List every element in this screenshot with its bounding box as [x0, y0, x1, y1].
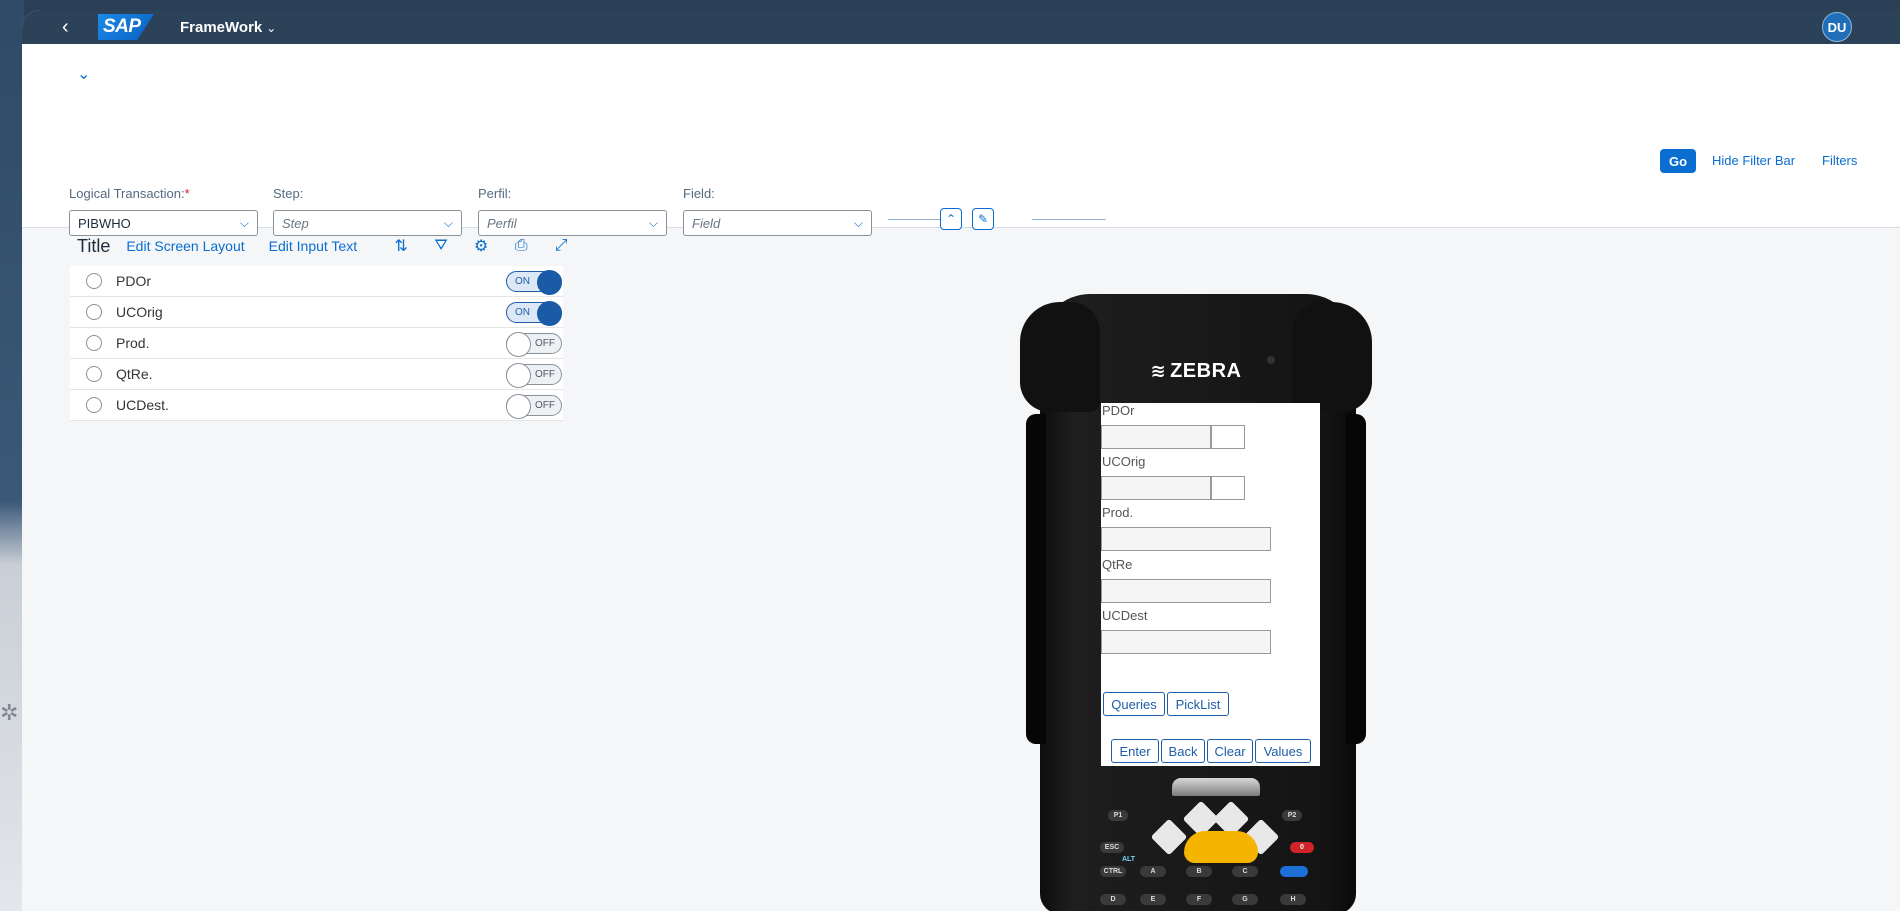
- clear-button[interactable]: Clear: [1207, 739, 1253, 763]
- screen-field-label: UCDest: [1102, 608, 1148, 623]
- pin-header-icon[interactable]: ✎: [972, 208, 994, 230]
- go-button[interactable]: Go: [1660, 149, 1696, 173]
- row-radio[interactable]: [86, 397, 102, 413]
- values-button[interactable]: Values: [1255, 739, 1311, 763]
- screen-field-label: QtRe: [1102, 557, 1133, 572]
- list-item[interactable]: Prod. OFF: [70, 328, 563, 359]
- key-c: C: [1232, 866, 1258, 877]
- queries-button[interactable]: Queries: [1103, 692, 1165, 716]
- back-icon[interactable]: ‹: [62, 16, 86, 39]
- field-list: PDOr ON UCOrig ON Prod. OFF QtRe. OFF UC…: [70, 266, 563, 421]
- header-divider: [1032, 219, 1106, 220]
- key-p1: P1: [1108, 810, 1128, 821]
- key-ctrl: CTRL: [1100, 866, 1126, 877]
- device-grip: [1026, 414, 1046, 744]
- filter-icon[interactable]: ⛛: [421, 237, 461, 255]
- filter-label: Logical Transaction:*: [69, 186, 190, 201]
- print-icon[interactable]: ⎙: [501, 237, 541, 255]
- screen-field-label: Prod.: [1102, 505, 1134, 520]
- ucdest-input[interactable]: [1101, 630, 1271, 654]
- sap-logo[interactable]: SAP: [98, 14, 154, 40]
- pdor-input-suffix[interactable]: [1211, 425, 1245, 449]
- key-zero: 0: [1290, 842, 1314, 853]
- picklist-button[interactable]: PickList: [1167, 692, 1229, 716]
- list-item[interactable]: PDOr ON: [70, 266, 563, 297]
- list-item[interactable]: QtRe. OFF: [70, 359, 563, 390]
- settings-icon[interactable]: ⚙: [461, 236, 501, 256]
- edit-screen-layout-button[interactable]: Edit Screen Layout: [126, 238, 244, 254]
- device-dpad: [1146, 800, 1282, 876]
- row-radio[interactable]: [86, 273, 102, 289]
- key-a: A: [1140, 866, 1166, 877]
- avatar[interactable]: DU: [1822, 12, 1852, 42]
- sort-icon[interactable]: ⇅: [381, 236, 421, 256]
- expand-header-icon[interactable]: ⌄: [77, 64, 90, 84]
- row-label: UCOrig: [116, 304, 163, 320]
- scan-trigger: [1172, 778, 1260, 796]
- chevron-down-icon: ⌄: [266, 20, 277, 35]
- screen-field-label: PDOr: [1102, 403, 1135, 418]
- device-screen: PDOr UCOrig Prod. QtRe UCDest Queries Pi…: [1101, 403, 1320, 766]
- key-esc: ESC: [1100, 842, 1124, 853]
- row-label: Prod.: [116, 335, 150, 351]
- table-title: Title: [77, 235, 111, 256]
- visibility-switch[interactable]: OFF: [506, 332, 562, 357]
- filter-header: ⌄ Go Hide Filter Bar Filters Logical Tra…: [22, 44, 1900, 236]
- visibility-switch[interactable]: OFF: [506, 363, 562, 388]
- back-button[interactable]: Back: [1161, 739, 1205, 763]
- row-label: UCDest.: [116, 397, 169, 413]
- table-toolbar: Title Edit Screen Layout Edit Input Text…: [77, 228, 581, 264]
- fullscreen-icon[interactable]: ⤢: [541, 237, 581, 255]
- shell-bar: ‹ SAP FrameWork ⌄ DU: [22, 10, 1900, 44]
- visibility-switch[interactable]: ON: [506, 301, 562, 326]
- key-f: F: [1186, 894, 1212, 905]
- ucorig-input-suffix[interactable]: [1211, 476, 1245, 500]
- app-window: ‹ SAP FrameWork ⌄ DU ⌄ Go Hide Filter Bar…: [22, 10, 1900, 911]
- row-label: QtRe.: [116, 366, 153, 382]
- row-label: PDOr: [116, 273, 151, 289]
- zebra-logo-icon: ≋: [1150, 361, 1167, 381]
- edit-input-text-button[interactable]: Edit Input Text: [269, 238, 357, 254]
- row-radio[interactable]: [86, 335, 102, 351]
- device-bumper: [1020, 302, 1100, 412]
- key-blue: [1280, 866, 1308, 877]
- filter-label: Field:: [683, 186, 715, 201]
- list-item[interactable]: UCDest. OFF: [70, 390, 563, 421]
- app-title-menu[interactable]: FrameWork ⌄: [180, 19, 276, 36]
- background-desktop: ✲: [0, 0, 24, 911]
- content-area: Title Edit Screen Layout Edit Input Text…: [22, 228, 1900, 911]
- key-e: E: [1140, 894, 1166, 905]
- filter-label: Perfil:: [478, 186, 512, 201]
- scan-key: [1184, 831, 1258, 863]
- key-b: B: [1186, 866, 1212, 877]
- left-arrow-key: [1150, 818, 1188, 856]
- visibility-switch[interactable]: OFF: [506, 394, 562, 419]
- filters-button[interactable]: Filters: [1822, 153, 1857, 168]
- collapse-header-icon[interactable]: ⌃: [940, 208, 962, 230]
- key-alt-label: ALT: [1122, 856, 1136, 863]
- device-bumper: [1292, 302, 1372, 412]
- background-glyph: ✲: [0, 700, 19, 725]
- visibility-switch[interactable]: ON: [506, 270, 562, 295]
- hide-filter-bar-button[interactable]: Hide Filter Bar: [1712, 153, 1795, 168]
- app-title: FrameWork: [180, 18, 263, 36]
- screen-field-label: UCOrig: [1102, 454, 1146, 469]
- row-radio[interactable]: [86, 366, 102, 382]
- qtre-input[interactable]: [1101, 579, 1271, 603]
- device-brand: ≋ ZEBRA: [1150, 360, 1242, 382]
- device-keypad: P1 P2 ESC 0 ALT CTRL A B C D E F G H: [1018, 768, 1374, 911]
- row-radio[interactable]: [86, 304, 102, 320]
- prod-input[interactable]: [1101, 527, 1271, 551]
- key-g: G: [1232, 894, 1258, 905]
- filter-label: Step:: [273, 186, 304, 201]
- key-p2: P2: [1282, 810, 1302, 821]
- key-h: H: [1280, 894, 1306, 905]
- list-item[interactable]: UCOrig ON: [70, 297, 563, 328]
- zebra-device-preview: ≋ ZEBRA PDOr UCOrig Prod. QtRe UCDest Que…: [1018, 294, 1374, 911]
- enter-button[interactable]: Enter: [1111, 739, 1159, 763]
- ucorig-input[interactable]: [1101, 476, 1211, 500]
- device-grip: [1346, 414, 1366, 744]
- key-d: D: [1100, 894, 1126, 905]
- pdor-input[interactable]: [1101, 425, 1211, 449]
